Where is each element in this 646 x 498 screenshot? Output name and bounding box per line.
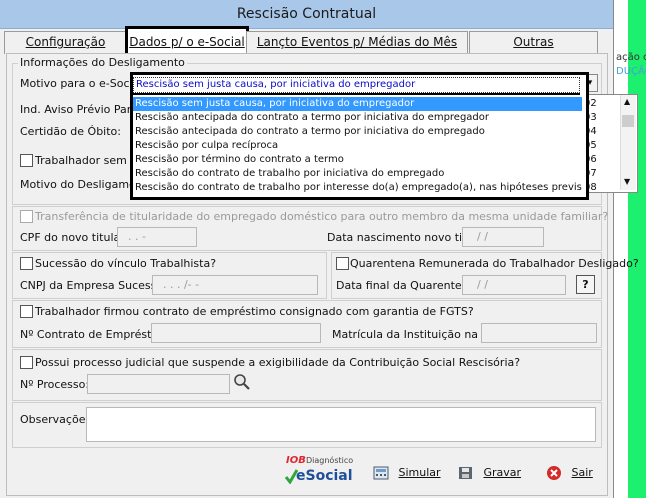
tab-outras-configuracoes[interactable]: Outras Configurações [469, 31, 598, 69]
scroll-up-icon[interactable]: ▲ [624, 97, 630, 106]
dropdown-option[interactable]: Rescisão do contrato de trabalho por int… [133, 181, 582, 195]
transfer-label: Transferência de titularidade do emprega… [35, 210, 609, 223]
certidao-label: Certidão de Óbito: [20, 125, 121, 138]
simular-button[interactable]: Simular [373, 462, 441, 484]
observacoes-textarea[interactable] [86, 407, 596, 442]
close-icon [546, 465, 562, 481]
search-icon[interactable] [233, 373, 251, 391]
nascimento-mask: / / [477, 230, 488, 243]
gravar-button[interactable]: Gravar [458, 462, 521, 484]
quarentena-label: Quarentena Remunerada do Trabalhador Des… [350, 257, 639, 270]
background-text-2: DUÇÃO [616, 66, 646, 77]
sucessao-checkbox[interactable] [20, 257, 33, 270]
info-group-legend: Informações do Desligamento [18, 56, 187, 69]
gravar-label: Gravar [483, 466, 522, 479]
transfer-checkbox[interactable] [20, 210, 33, 223]
motivo-desligamento-label: Motivo do Desligament [20, 178, 148, 191]
codes-scrollbar[interactable]: ▲ ▼ [620, 95, 636, 190]
dropdown-option[interactable]: Rescisão sem justa causa, por iniciativa… [133, 97, 582, 111]
cpf-mask: . . - [128, 230, 146, 243]
contrato-input[interactable] [151, 323, 321, 343]
trabalhador-checkbox[interactable] [20, 154, 33, 167]
iob-esocial-logo: IOB Diagnóstico eSocial [284, 455, 354, 491]
numero-processo-label: Nº Processo: [20, 378, 90, 391]
matricula-label: Matrícula da Instituição na CEF: [332, 328, 506, 341]
window-title: Rescisão Contratual [236, 6, 377, 22]
dropdown-option[interactable]: Rescisão antecipada do contrato a termo … [133, 111, 582, 125]
quarentena-data-label: Data final da Quarentena: [336, 279, 480, 292]
background-text: ação co [616, 52, 646, 63]
save-icon [458, 466, 474, 480]
sucessao-label: Sucessão do vínculo Trabalhista? [35, 257, 217, 270]
scroll-thumb[interactable] [622, 115, 634, 127]
cnpj-mask: . . . /- - [163, 278, 200, 291]
tab-configuracao-basica[interactable]: Configuração Básica [4, 31, 127, 69]
simular-label: Simular [398, 466, 441, 479]
calculator-icon [373, 466, 389, 480]
quarentena-checkbox[interactable] [336, 257, 349, 270]
nascimento-input[interactable]: / / [462, 227, 544, 247]
logo-diagnostico: Diagnóstico [306, 456, 354, 465]
tab-lancto-eventos[interactable]: Lançto Eventos p/ Médias do Mês ativo [246, 31, 468, 69]
dropdown-option[interactable]: Rescisão por término do contrato a termo [133, 153, 582, 167]
observacoes-label: Observações: [20, 413, 95, 426]
quarentena-data-input[interactable]: / / [462, 275, 566, 295]
processo-checkbox[interactable] [20, 356, 33, 369]
logo-esocial: eSocial [296, 468, 353, 484]
title-bar: Rescisão Contratual [0, 0, 613, 29]
quarentena-data-mask: / / [477, 278, 488, 291]
motivo-select-value[interactable]: Rescisão sem justa causa, por iniciativa… [133, 77, 580, 93]
cnpj-input[interactable]: . . . /- - [152, 275, 318, 295]
logo-iob: IOB [286, 455, 306, 466]
cpf-input[interactable]: . . - [117, 227, 197, 247]
motivo-label: Motivo para o e-Social: [20, 77, 147, 90]
processo-label: Possui processo judicial que suspende a … [35, 356, 521, 369]
motivo-dropdown-list[interactable]: Rescisão sem justa causa, por iniciativa… [130, 72, 589, 200]
matricula-input[interactable] [481, 323, 597, 343]
sair-label: Sair [571, 466, 593, 479]
sair-button[interactable]: Sair [546, 462, 593, 484]
numero-processo-input[interactable] [87, 374, 230, 394]
dropdown-option[interactable]: Rescisão por culpa recíproca [133, 139, 582, 153]
emprestimo-checkbox[interactable] [20, 305, 33, 318]
dropdown-option[interactable]: Rescisão do contrato de trabalho por ini… [133, 167, 582, 181]
dropdown-option[interactable]: Rescisão antecipada do contrato a termo … [133, 125, 582, 139]
scroll-down-icon[interactable]: ▼ [624, 177, 630, 186]
emprestimo-label: Trabalhador firmou contrato de empréstim… [35, 305, 474, 318]
cpf-label: CPF do novo titular: [20, 231, 129, 244]
help-button[interactable]: ? [576, 275, 595, 294]
